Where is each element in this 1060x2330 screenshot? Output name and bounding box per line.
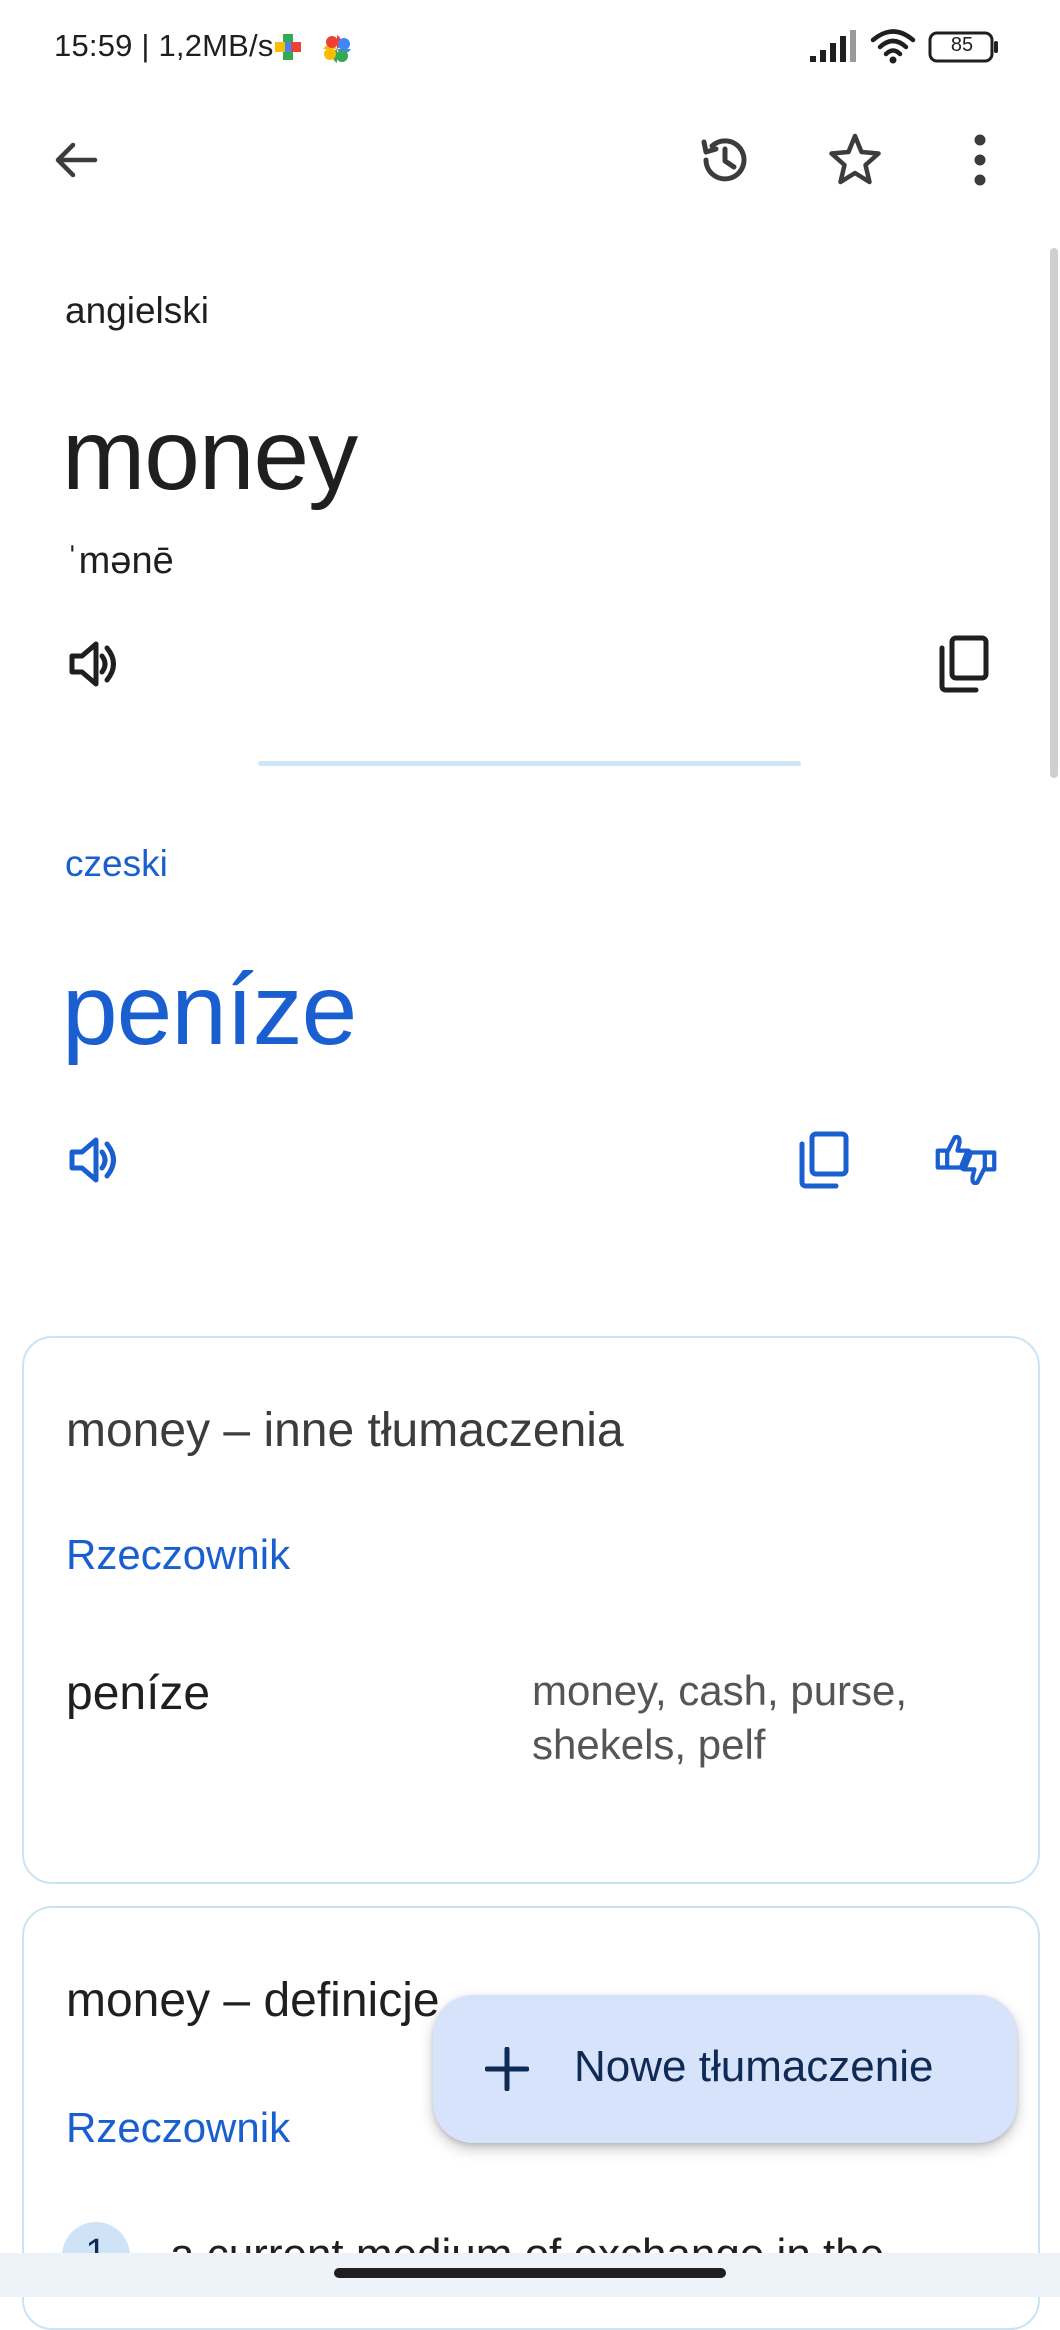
new-translation-button[interactable]: Nowe tłumaczenie <box>433 1995 1017 2143</box>
status-time-speed: 15:59 | 1,2MB/s <box>54 28 274 63</box>
translation-entry-synonyms: money, cash, purse, shekels, pelf <box>532 1664 962 1772</box>
home-indicator[interactable] <box>334 2268 726 2278</box>
history-icon[interactable] <box>692 128 756 192</box>
target-word[interactable]: peníze <box>62 953 357 1068</box>
section-divider <box>258 761 801 766</box>
translation-entry-word[interactable]: peníze <box>66 1666 210 1721</box>
source-speaker-icon[interactable] <box>62 632 126 696</box>
feedback-thumbs-icon[interactable] <box>934 1128 998 1192</box>
app-notification-icon <box>275 34 301 60</box>
target-language-label: czeski <box>65 843 168 884</box>
back-arrow-icon[interactable] <box>44 128 108 192</box>
wifi-icon <box>870 29 916 64</box>
star-icon[interactable] <box>823 128 887 192</box>
photos-icon <box>323 35 351 63</box>
other-translations-title: money – inne tłumaczenia <box>66 1404 624 1457</box>
status-bar: 15:59 | 1,2MB/s 85 <box>0 0 1060 95</box>
new-translation-label: Nowe tłumaczenie <box>574 2042 934 2091</box>
source-language-label: angielski <box>65 290 209 331</box>
more-vert-icon[interactable] <box>948 128 1012 192</box>
source-word[interactable]: money <box>62 398 358 513</box>
definitions-part-of-speech: Rzeczownik <box>66 2104 291 2151</box>
signal-icon <box>810 30 856 62</box>
target-copy-icon[interactable] <box>792 1128 856 1192</box>
other-translations-card: money – inne tłumaczenia Rzeczownik pení… <box>22 1336 1040 1884</box>
synonyms-line-2: shekels, pelf <box>532 1721 766 1768</box>
target-speaker-icon[interactable] <box>62 1128 126 1192</box>
source-phonetic: ˈmənē <box>66 540 174 582</box>
definitions-title: money – definicje <box>66 1974 440 2027</box>
scrollbar[interactable] <box>1050 248 1058 778</box>
battery-level: 85 <box>950 34 974 56</box>
plus-icon <box>485 2047 529 2091</box>
part-of-speech-label: Rzeczownik <box>66 1531 291 1578</box>
synonyms-line-1: money, cash, purse, <box>532 1667 908 1714</box>
source-copy-icon[interactable] <box>932 632 996 696</box>
